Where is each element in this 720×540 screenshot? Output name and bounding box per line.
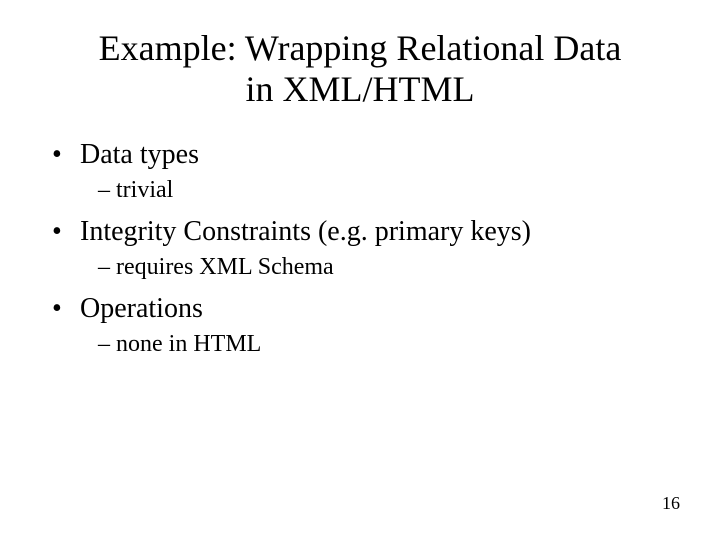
bullet-item: • Integrity Constraints (e.g. primary ke…	[52, 216, 680, 248]
slide-body: • Data types – trivial • Integrity Const…	[0, 111, 720, 358]
bullet-item: • Data types	[52, 139, 680, 171]
bullet-icon: •	[52, 293, 80, 325]
slide-title: Example: Wrapping Relational Data in XML…	[0, 0, 720, 111]
sub-item: – requires XML Schema	[52, 254, 680, 281]
dash-icon: –	[98, 254, 116, 281]
sub-text: none in HTML	[116, 331, 261, 358]
bullet-text: Integrity Constraints (e.g. primary keys…	[80, 216, 531, 248]
sub-text: trivial	[116, 177, 173, 204]
sub-item: – none in HTML	[52, 331, 680, 358]
bullet-icon: •	[52, 139, 80, 171]
sub-item: – trivial	[52, 177, 680, 204]
page-number: 16	[662, 493, 680, 514]
bullet-text: Operations	[80, 293, 203, 325]
bullet-icon: •	[52, 216, 80, 248]
sub-text: requires XML Schema	[116, 254, 334, 281]
bullet-item: • Operations	[52, 293, 680, 325]
title-line-2: in XML/HTML	[246, 69, 475, 109]
slide: Example: Wrapping Relational Data in XML…	[0, 0, 720, 540]
bullet-text: Data types	[80, 139, 199, 171]
title-line-1: Example: Wrapping Relational Data	[99, 28, 622, 68]
dash-icon: –	[98, 331, 116, 358]
dash-icon: –	[98, 177, 116, 204]
